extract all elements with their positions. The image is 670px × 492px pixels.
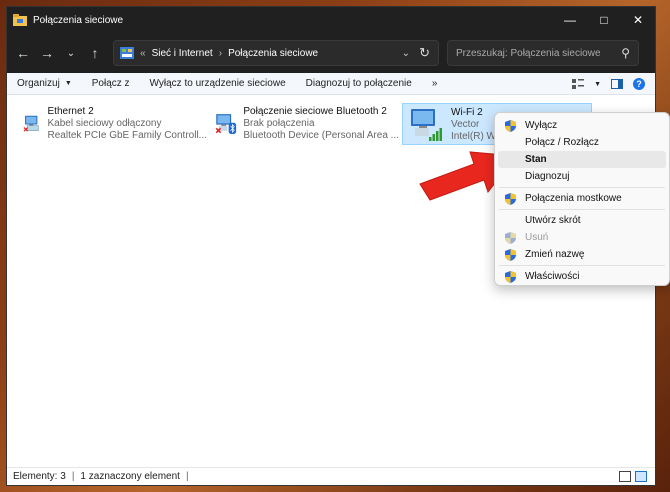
chevron-down-icon[interactable]: ⌄ [402, 48, 410, 59]
search-icon[interactable]: ⚲ [621, 46, 630, 60]
forward-arrow-icon[interactable]: → [35, 41, 59, 65]
connection-status: Kabel sieciowy odłączony [47, 118, 162, 129]
uac-shield-icon [503, 270, 517, 283]
navigation-bar: ← → ⌄ ↑ « Sieć i Internet › Połączenia s… [7, 33, 655, 73]
title-bar: Połączenia sieciowe — □ ✕ [7, 7, 655, 33]
menu-item-rename[interactable]: Zmień nazwę [498, 246, 666, 263]
more-commands-button[interactable]: » [422, 73, 448, 95]
connection-device: Realtek PCIe GbE Family Controll... [47, 130, 208, 141]
up-arrow-icon[interactable]: ↑ [83, 41, 107, 65]
organize-button[interactable]: Organizuj ▼ [7, 73, 82, 95]
svg-text:?: ? [636, 79, 642, 89]
wifi-adapter-icon [411, 109, 442, 141]
menu-item-bridge[interactable]: Połączenia mostkowe [498, 190, 666, 207]
menu-separator [499, 265, 665, 266]
breadcrumb-overflow[interactable]: « [140, 48, 146, 59]
menu-item-label: Właściwości [525, 271, 580, 282]
menu-item-delete: Usuń [498, 229, 666, 246]
organize-label: Organizuj [17, 78, 60, 89]
caret-down-icon: ▼ [64, 80, 72, 87]
status-separator: | [185, 471, 189, 482]
connection-status: Brak połączenia [243, 118, 315, 129]
selection-count: 1 zaznaczony element [80, 471, 180, 482]
window-title: Połączenia sieciowe [33, 14, 124, 26]
minimize-button[interactable]: — [553, 7, 587, 33]
connection-name: Połączenie sieciowe Bluetooth 2 [243, 106, 387, 117]
uac-shield-icon [503, 248, 517, 261]
menu-separator [499, 187, 665, 188]
view-caret-down-icon[interactable]: ▼ [594, 81, 601, 88]
uac-shield-icon [503, 119, 517, 132]
maximize-button[interactable]: □ [587, 7, 621, 33]
uac-shield-icon [503, 192, 517, 205]
back-arrow-icon[interactable]: ← [11, 41, 35, 65]
menu-item-label: Zmień nazwę [525, 249, 585, 260]
bluetooth-adapter-icon [215, 114, 237, 134]
menu-item-connect-disconnect[interactable]: Połącz / Rozłącz [498, 134, 666, 151]
more-commands-label: » [431, 78, 438, 89]
close-button[interactable]: ✕ [621, 7, 655, 33]
connection-device: Bluetooth Device (Personal Area ... [243, 130, 399, 141]
menu-item-create-shortcut[interactable]: Utwórz skrót [498, 212, 666, 229]
chevron-right-icon: › [218, 47, 223, 59]
breadcrumb-sieć-i-internet[interactable]: Sieć i Internet [152, 48, 213, 59]
status-separator: | [71, 471, 75, 482]
menu-separator [499, 209, 665, 210]
context-menu: Wyłącz Połącz / Rozłącz Stan Diagnozuj P… [494, 112, 670, 286]
recent-locations-chevron-icon[interactable]: ⌄ [59, 41, 83, 65]
search-box[interactable]: ⚲ [447, 40, 639, 66]
menu-item-status[interactable]: Stan [498, 151, 666, 168]
item-count: Elementy: 3 [13, 471, 66, 482]
disable-device-label: Wyłącz to urządzenie sieciowe [149, 78, 286, 89]
menu-item-label: Połączenia mostkowe [525, 193, 622, 204]
connect-button[interactable]: Połącz z [82, 73, 140, 95]
disable-device-button[interactable]: Wyłącz to urządzenie sieciowe [140, 73, 296, 95]
status-bar: Elementy: 3 | 1 zaznaczony element | [7, 467, 655, 485]
address-bar[interactable]: « Sieć i Internet › Połączenia sieciowe … [113, 40, 439, 66]
network-folder-icon [13, 14, 27, 26]
menu-item-diagnose[interactable]: Diagnozuj [498, 168, 666, 185]
tiles-view-icon[interactable] [635, 471, 647, 482]
preview-pane-icon[interactable] [611, 79, 623, 89]
menu-item-properties[interactable]: Właściwości [498, 268, 666, 285]
breadcrumb-połączenia-sieciowe[interactable]: Połączenia sieciowe [228, 48, 318, 59]
menu-item-label: Usuń [525, 232, 549, 243]
connection-name: Ethernet 2 [47, 106, 94, 117]
uac-shield-icon [503, 231, 517, 244]
connect-label: Połącz z [91, 78, 130, 89]
search-input[interactable] [456, 47, 606, 59]
menu-item-label: Utwórz skrót [525, 215, 581, 226]
connection-item-ethernet[interactable]: Ethernet 2 Kabel sieciowy odłączony Real… [17, 103, 207, 145]
menu-item-label: Diagnozuj [525, 171, 570, 182]
diagnose-label: Diagnozuj to połączenie [305, 78, 412, 89]
menu-item-label: Wyłącz [525, 120, 558, 131]
menu-item-label: Stan [525, 154, 547, 165]
change-view-icon[interactable] [572, 79, 585, 89]
menu-item-disable[interactable]: Wyłącz [498, 117, 666, 134]
help-icon[interactable]: ? [633, 78, 645, 90]
control-panel-icon [120, 47, 134, 59]
diagnose-button[interactable]: Diagnozuj to połączenie [296, 73, 422, 95]
refresh-icon[interactable]: ↻ [419, 45, 430, 61]
menu-item-label: Połącz / Rozłącz [525, 137, 599, 148]
command-bar: Organizuj ▼ Połącz z Wyłącz to urządzeni… [7, 73, 655, 95]
connection-item-bluetooth[interactable]: Połączenie sieciowe Bluetooth 2 Brak poł… [209, 103, 399, 145]
details-view-icon[interactable] [619, 471, 631, 482]
ethernet-adapter-icon [23, 115, 39, 132]
